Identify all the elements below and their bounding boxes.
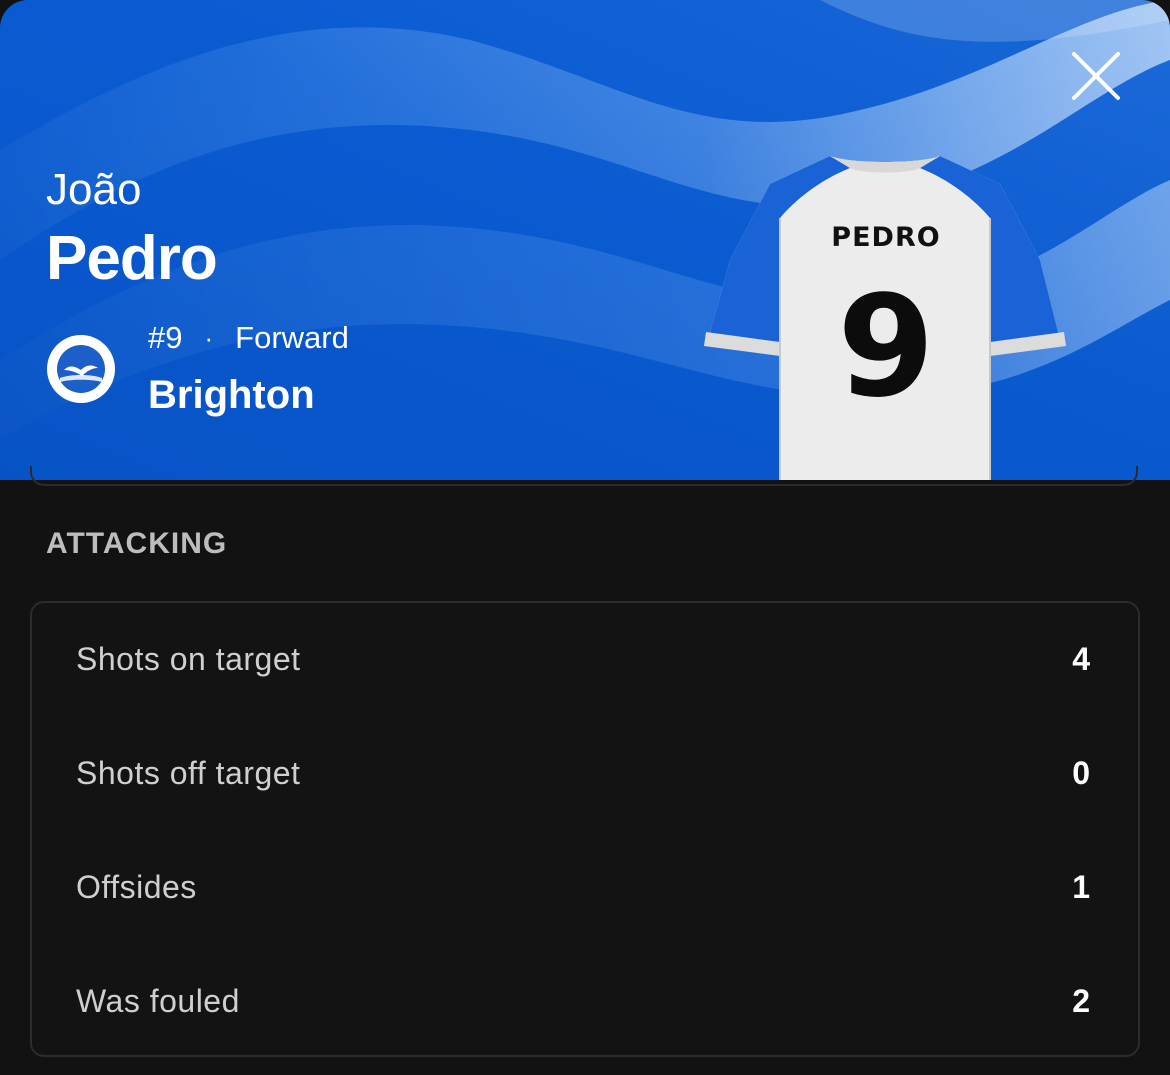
close-button[interactable] (1064, 44, 1128, 108)
player-number: #9 (148, 320, 183, 355)
club-name[interactable]: Brighton (148, 372, 315, 418)
player-stats-sheet: PEDRO 9 João Pedro #9 · Forward Brighton… (0, 0, 1170, 1075)
stat-row: Shots off target 0 (32, 717, 1138, 831)
player-hero-banner: PEDRO 9 João Pedro #9 · Forward Brighton (0, 0, 1170, 480)
shirt-name-print: PEDRO (831, 222, 941, 253)
player-last-name: Pedro (46, 224, 218, 293)
stat-value: 0 (1072, 755, 1090, 791)
separator-dot: · (204, 323, 214, 353)
player-position: Forward (235, 320, 349, 355)
stat-row: Offsides 1 (32, 831, 1138, 945)
stat-value: 4 (1072, 641, 1090, 677)
stat-row: Shots on target 4 (32, 603, 1138, 717)
attacking-stats-card: Shots on target 4 Shots off target 0 Off… (30, 601, 1140, 1057)
stat-value: 2 (1072, 983, 1090, 1019)
stat-label: Shots on target (76, 641, 301, 677)
stat-label: Shots off target (76, 755, 301, 791)
stat-row: Was fouled 2 (32, 945, 1138, 1059)
shirt-number-print: 9 (837, 266, 935, 429)
section-title-attacking: ATTACKING (46, 527, 228, 560)
player-number-position: #9 · Forward (148, 318, 349, 358)
stat-value: 1 (1072, 869, 1090, 905)
close-icon (1072, 52, 1120, 100)
stat-label: Was fouled (76, 983, 240, 1019)
player-first-name: João (46, 165, 142, 214)
stat-label: Offsides (76, 869, 197, 905)
previous-card-edge (30, 466, 1138, 486)
brighton-badge-icon[interactable] (46, 334, 116, 404)
